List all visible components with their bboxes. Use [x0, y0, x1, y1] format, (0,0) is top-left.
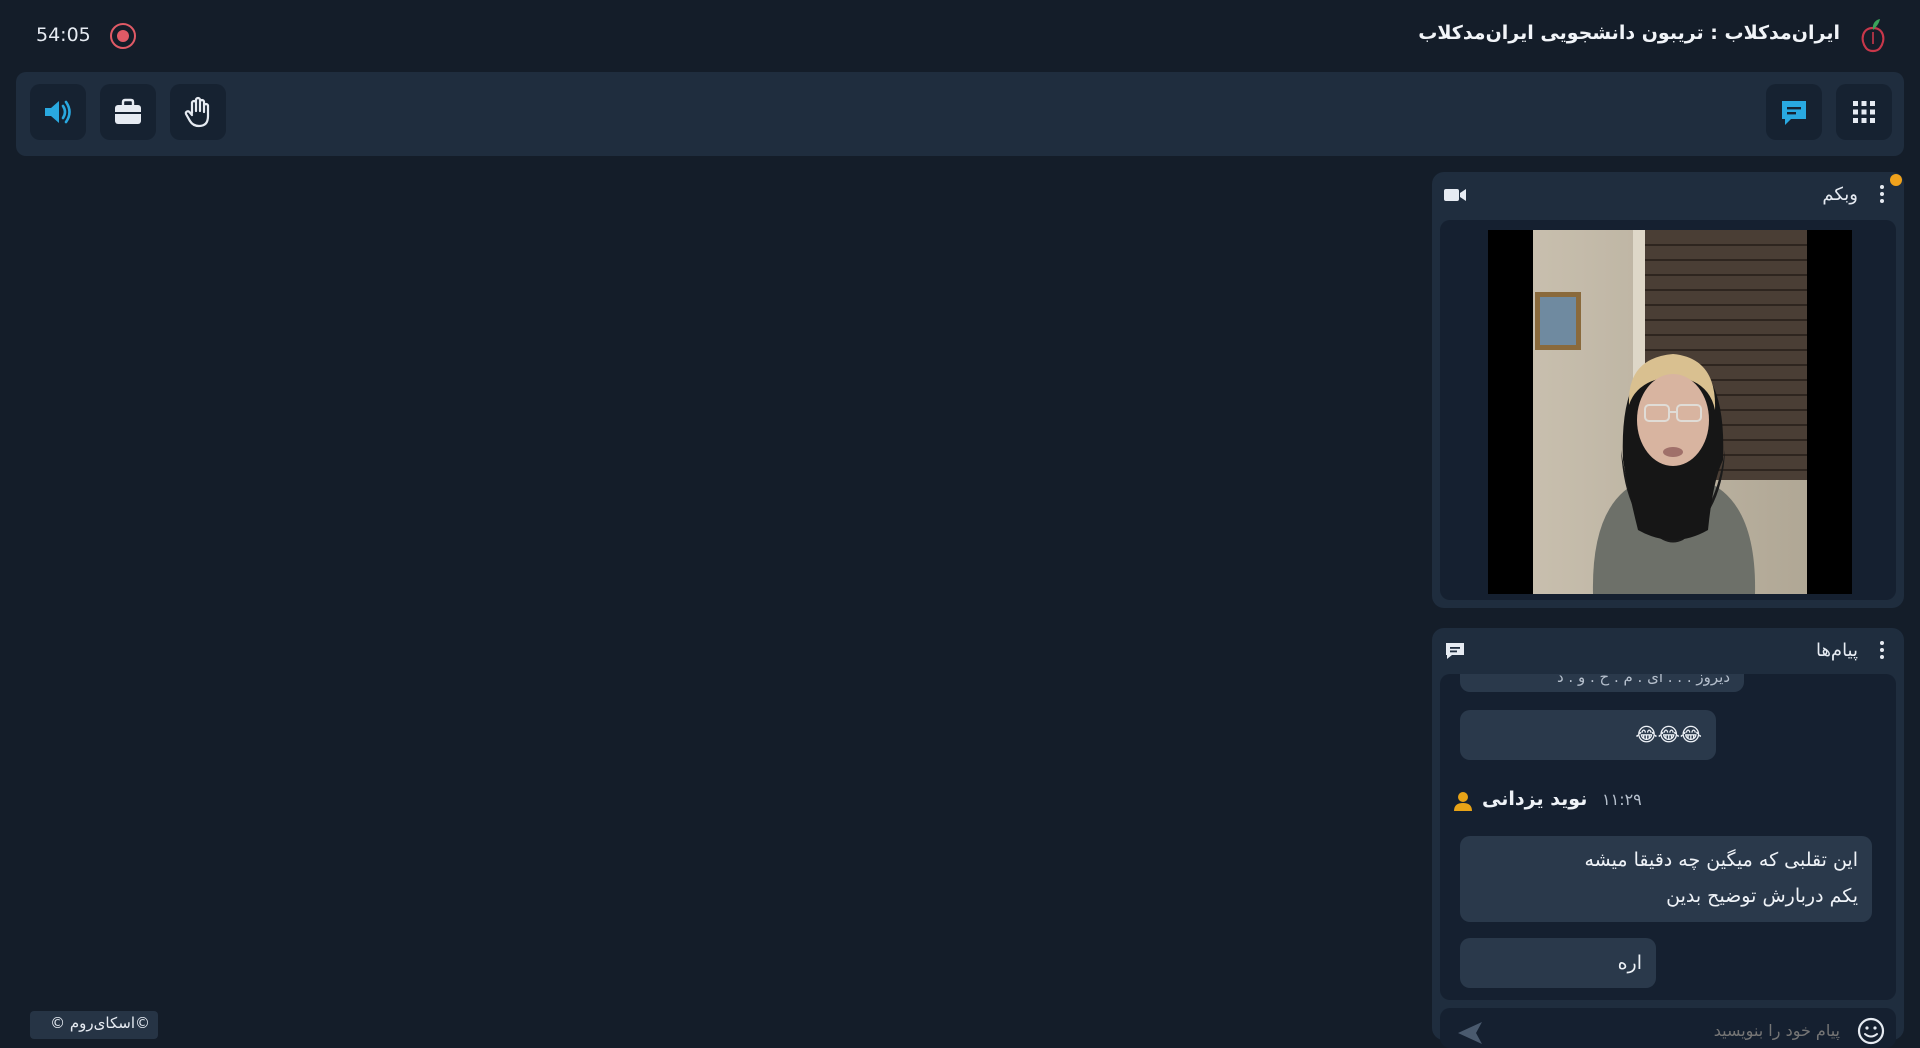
- send-icon[interactable]: [1456, 1020, 1484, 1046]
- webcam-frame: [1440, 220, 1896, 600]
- webcam-panel: وبکم: [1432, 172, 1904, 608]
- messages-list[interactable]: دیروز . . . ای . م . ح . و . د 😂😂😂 ۱۱:۲۹…: [1440, 674, 1896, 1000]
- brand-footer[interactable]: ©اسکای‌روم ©: [30, 1011, 158, 1039]
- sender-name[interactable]: نوید یزدانی: [1482, 788, 1587, 810]
- apps-grid-icon: [1853, 101, 1875, 123]
- message-input[interactable]: [1500, 1014, 1840, 1046]
- webcam-options-icon[interactable]: [1878, 182, 1886, 208]
- messages-panel-header: پیام‌ها: [1432, 628, 1904, 674]
- notification-dot: [1890, 174, 1902, 186]
- messages-options-icon[interactable]: [1878, 638, 1886, 664]
- message-bubble-reply: اره: [1460, 938, 1656, 988]
- webcam-panel-header: وبکم: [1432, 172, 1904, 218]
- message-bubble-partial: دیروز . . . ای . م . ح . و . د: [1460, 674, 1744, 692]
- participant-video-image: [1533, 230, 1807, 594]
- raise-hand-button[interactable]: [170, 84, 226, 140]
- video-stream[interactable]: [1488, 230, 1852, 594]
- messages-panel-title: پیام‌ها: [1815, 640, 1858, 661]
- briefcase-button[interactable]: [100, 84, 156, 140]
- webcam-panel-title: وبکم: [1822, 184, 1858, 205]
- main-toolbar: [16, 72, 1904, 156]
- message-input-bar: [1440, 1008, 1896, 1048]
- message-bubble-text: این تقلبی که میگین چه دقیقا میشه یکم درب…: [1460, 836, 1872, 922]
- session-timer: 54:05: [36, 24, 91, 46]
- app-logo-icon: [1861, 19, 1885, 53]
- message-bubble-emoji: 😂😂😂: [1460, 710, 1716, 760]
- message-sender-row: ۱۱:۲۹ نوید یزدانی: [1440, 786, 1896, 816]
- messages-panel: پیام‌ها دیروز . . . ای . م . ح . و . د 😂…: [1432, 628, 1904, 1048]
- speaker-button[interactable]: [30, 84, 86, 140]
- top-bar: 54:05 ایران‌مدکلاب : تریبون دانشجویی ایر…: [0, 0, 1920, 70]
- emoji-text: 😂😂😂: [1635, 724, 1702, 746]
- user-avatar-icon: [1454, 792, 1472, 811]
- apps-grid-button[interactable]: [1836, 84, 1892, 140]
- message-line-2: یکم دربارش توضیح بدین: [1666, 885, 1858, 907]
- chat-button[interactable]: [1766, 84, 1822, 140]
- reply-text: اره: [1617, 952, 1642, 974]
- record-indicator-icon[interactable]: [110, 23, 136, 49]
- video-camera-icon: [1444, 189, 1466, 201]
- chat-icon: [1782, 101, 1806, 125]
- page-title: ایران‌مدکلاب : تریبون دانشجویی ایران‌مدک…: [1418, 22, 1840, 44]
- message-line-1: این تقلبی که میگین چه دقیقا میشه: [1584, 849, 1858, 871]
- speaker-icon: [45, 100, 71, 124]
- chat-bubble-icon: [1446, 643, 1464, 659]
- raise-hand-icon: [184, 96, 210, 128]
- briefcase-icon: [115, 98, 141, 124]
- emoji-picker-icon[interactable]: [1856, 1016, 1886, 1046]
- message-time: ۱۱:۲۹: [1602, 790, 1642, 809]
